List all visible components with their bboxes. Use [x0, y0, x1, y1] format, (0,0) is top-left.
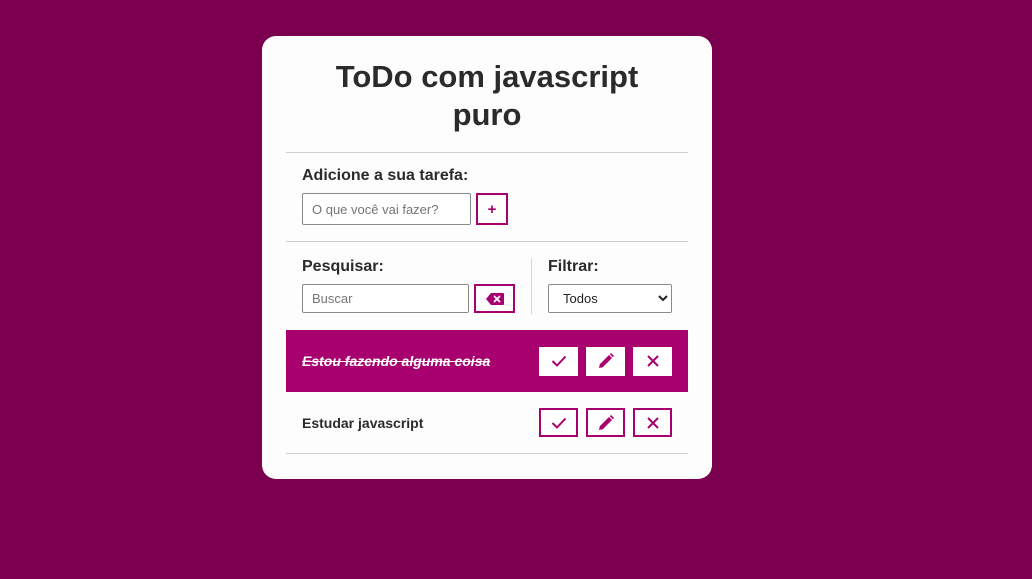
erase-search-button[interactable] [474, 284, 515, 313]
todo-input[interactable] [302, 193, 471, 225]
edit-todo-button[interactable] [586, 346, 625, 376]
todo-item: Estou fazendo alguma coisa [286, 330, 688, 392]
finish-todo-button[interactable] [539, 408, 578, 437]
filter-label: Filtrar: [548, 258, 599, 275]
todo-text: Estou fazendo alguma coisa [302, 353, 491, 369]
todo-text: Estudar javascript [302, 414, 424, 431]
search-label: Pesquisar: [302, 258, 384, 275]
x-icon [646, 355, 659, 367]
search-input[interactable] [302, 284, 469, 313]
pen-icon [598, 414, 614, 430]
filter-section: Filtrar: Todos [548, 258, 672, 314]
finish-todo-button[interactable] [539, 346, 578, 376]
filter-select[interactable]: Todos [548, 284, 672, 313]
search-section: Pesquisar: [302, 258, 531, 314]
add-todo-form: Adicione a sua tarefa: + [286, 153, 688, 242]
remove-todo-button[interactable] [633, 346, 672, 376]
toolbar-divider [531, 258, 532, 314]
add-todo-label: Adicione a sua tarefa: [302, 167, 469, 184]
todo-item: Estudar javascript [286, 392, 688, 454]
page-title: ToDo com javascript puro [286, 36, 688, 153]
todo-card: ToDo com javascript puro Adicione a sua … [262, 36, 712, 479]
add-todo-button[interactable]: + [476, 193, 508, 225]
x-icon [646, 416, 659, 429]
pen-icon [598, 353, 614, 368]
backspace-icon [485, 292, 504, 305]
remove-todo-button[interactable] [633, 408, 672, 437]
page-title-text: ToDo com javascript puro [335, 59, 639, 132]
check-icon [551, 355, 566, 367]
edit-todo-button[interactable] [586, 408, 625, 437]
toolbar: Pesquisar: Filtrar: Todos [286, 242, 688, 330]
check-icon [551, 417, 566, 429]
add-button-label: + [487, 200, 497, 218]
